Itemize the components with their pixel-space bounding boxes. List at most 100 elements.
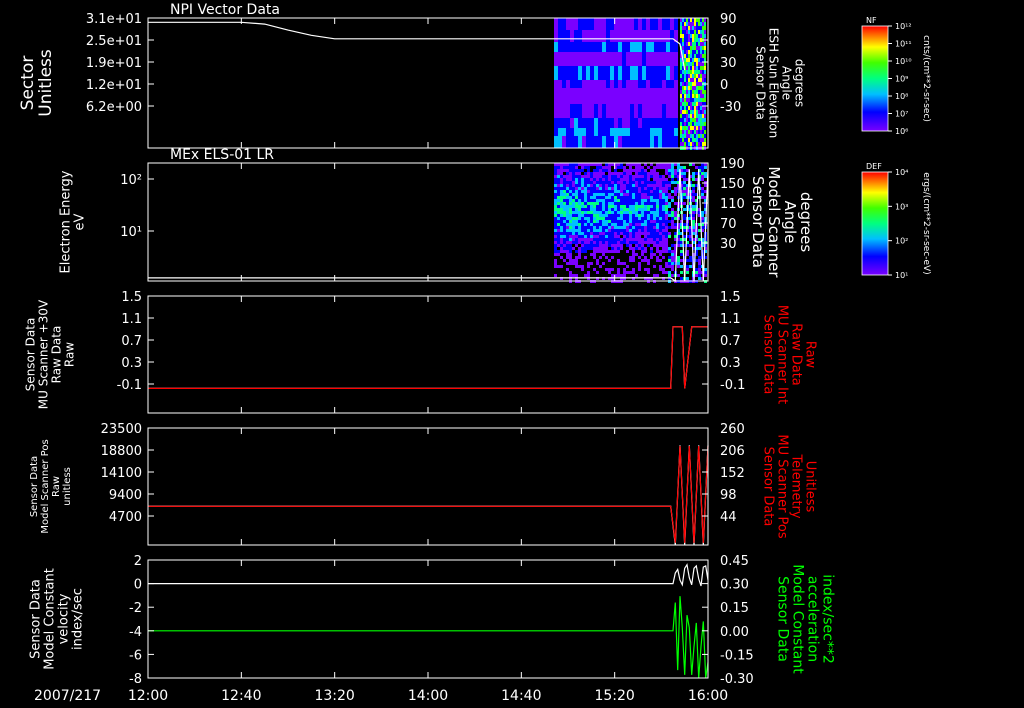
- spectrogram-cell: [688, 62, 690, 66]
- y-axis-label-line: Sector: [18, 56, 38, 111]
- spectrogram-cell: [692, 110, 694, 114]
- spectrogram-cell: [598, 42, 602, 52]
- y-axis-label-line: index/sec: [71, 588, 86, 650]
- spectrogram-cell: [623, 205, 626, 208]
- spectrogram-cell: [590, 42, 594, 52]
- spectrogram-cell: [704, 86, 706, 90]
- spectrogram-cell: [683, 223, 686, 226]
- spectrogram-cell: [602, 232, 605, 235]
- spectrogram-cell: [632, 169, 635, 172]
- spectrogram-cell: [674, 232, 677, 235]
- spectrogram-cell: [686, 38, 688, 42]
- spectrogram-cell: [701, 196, 704, 199]
- spectrogram-cell: [626, 229, 629, 232]
- spectrogram-cell: [563, 193, 566, 196]
- spectrogram-cell: [665, 211, 668, 214]
- spectrogram-cell: [671, 250, 674, 253]
- panel-title: NPI Vector Data: [170, 2, 280, 18]
- spectrogram-cell: [684, 74, 686, 78]
- spectrogram-cell: [570, 88, 574, 104]
- spectrogram-cell: [644, 220, 647, 223]
- spectrogram-cell: [593, 250, 596, 253]
- spectrogram-cell: [598, 88, 602, 104]
- spectrogram-cell: [617, 175, 620, 178]
- spectrogram-cell: [602, 42, 606, 52]
- spectrogram-cell: [560, 211, 563, 214]
- spectrogram-cell: [629, 229, 632, 232]
- spectrogram-cell: [698, 42, 700, 46]
- spectrogram-cell: [642, 42, 646, 52]
- panel-title: MEx ELS-01 LR: [170, 147, 274, 163]
- colorbar-tick-label: 10³: [895, 202, 908, 211]
- spectrogram-cell: [690, 58, 692, 62]
- spectrogram-cell: [702, 30, 704, 34]
- spectrogram-cell: [692, 138, 694, 142]
- spectrogram-cell: [622, 66, 626, 80]
- spectrogram-cell: [668, 202, 671, 205]
- spectrogram-cell: [569, 232, 572, 235]
- spectrogram-cell: [694, 54, 696, 58]
- spectrogram-cell: [647, 271, 650, 274]
- spectrogram-cell: [654, 128, 658, 136]
- colorbar: [861, 25, 889, 132]
- spectrogram-cell: [606, 66, 610, 80]
- spectrogram-cell: [606, 88, 610, 104]
- spectrogram-cell: [638, 136, 642, 148]
- spectrogram-cell: [702, 138, 704, 142]
- y2-tick-label: 152: [720, 466, 745, 481]
- spectrogram-cell: [605, 205, 608, 208]
- spectrogram-cell: [662, 208, 665, 211]
- spectrogram-cell: [654, 88, 658, 104]
- spectrogram-cell: [560, 175, 563, 178]
- spectrogram-cell: [650, 136, 654, 148]
- spectrogram-cell: [653, 202, 656, 205]
- spectrogram-cell: [662, 178, 665, 181]
- spectrogram-cell: [594, 128, 598, 136]
- spectrogram-cell: [674, 175, 677, 178]
- spectrogram-cell: [557, 184, 560, 187]
- spectrogram-cell: [596, 217, 599, 220]
- spectrogram-cell: [614, 128, 618, 136]
- spectrogram-cell: [620, 238, 623, 241]
- spectrogram-cell: [587, 190, 590, 193]
- spectrogram-cell: [698, 62, 700, 66]
- spectrogram-cell: [658, 66, 662, 80]
- spectrogram-cell: [696, 118, 698, 122]
- spectrogram-cell: [635, 199, 638, 202]
- spectrogram-cell: [606, 118, 610, 128]
- spectrogram-cell: [650, 196, 653, 199]
- spectrogram-cell: [700, 106, 702, 110]
- spectrogram-cell: [674, 18, 678, 30]
- spectrogram-cell: [682, 46, 684, 50]
- spectrogram-cell: [554, 30, 558, 42]
- spectrogram-cell: [566, 190, 569, 193]
- y2-tick-label: 190: [720, 157, 745, 172]
- spectrogram-cell: [692, 193, 695, 196]
- spectrogram-cell: [634, 118, 638, 128]
- spectrogram-cell: [684, 130, 686, 134]
- spectrogram-cell: [694, 90, 696, 94]
- spectrogram-cell: [662, 223, 665, 226]
- spectrogram-cell: [688, 114, 690, 118]
- spectrogram-cell: [560, 178, 563, 181]
- spectrogram-cell: [602, 229, 605, 232]
- spectrogram-cell: [704, 26, 706, 30]
- spectrogram-cell: [602, 172, 605, 175]
- spectrogram-cell: [659, 229, 662, 232]
- spectrogram-cell: [647, 214, 650, 217]
- spectrogram-cell: [626, 271, 629, 274]
- spectrogram-cell: [575, 241, 578, 244]
- spectrogram-cell: [629, 208, 632, 211]
- spectrogram-cell: [590, 199, 593, 202]
- spectrogram-cell: [695, 166, 698, 169]
- spectrogram-cell: [686, 42, 688, 46]
- spectrogram-cell: [586, 30, 590, 42]
- y2-tick-label: -0.15: [720, 648, 754, 663]
- spectrogram-cell: [704, 30, 706, 34]
- spectrogram-cell: [602, 52, 606, 66]
- spectrogram-cell: [587, 196, 590, 199]
- spectrogram-cell: [635, 175, 638, 178]
- spectrogram-cell: [632, 229, 635, 232]
- spectrogram-cell: [602, 128, 606, 136]
- colorbar-label: DEF: [866, 162, 882, 171]
